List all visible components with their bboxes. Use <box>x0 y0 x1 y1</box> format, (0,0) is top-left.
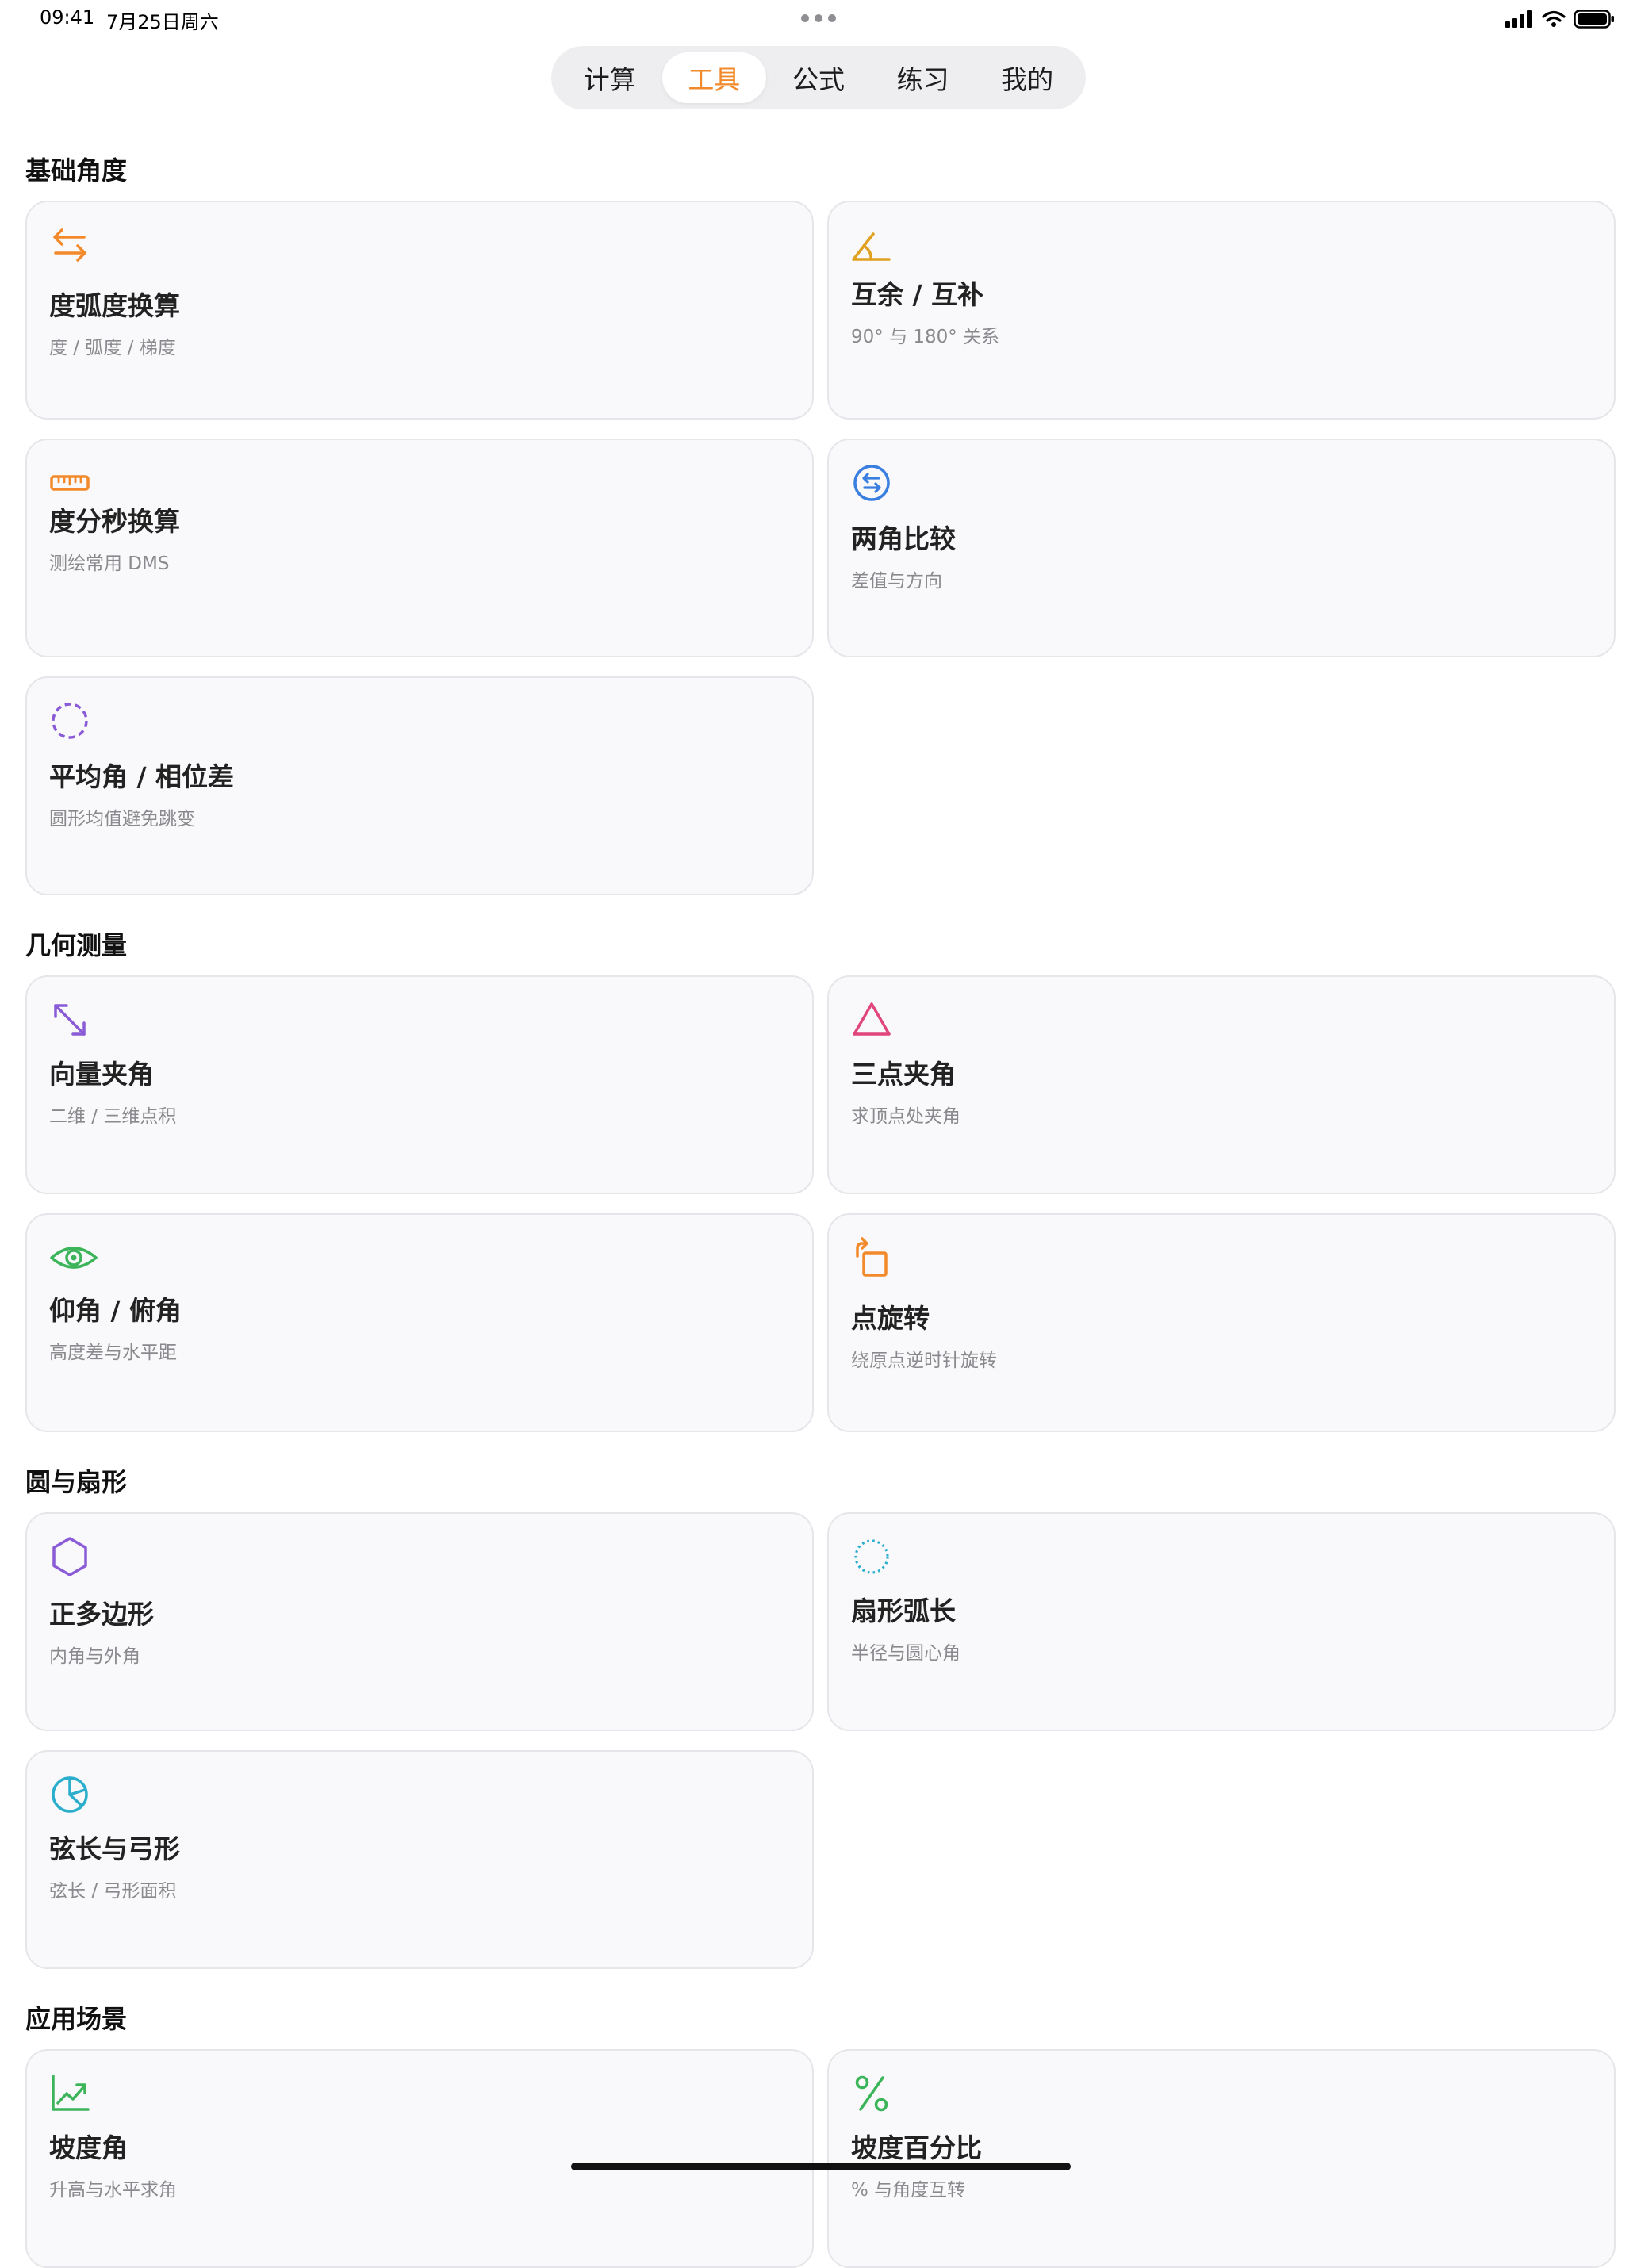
card-slope-angle[interactable]: 坡度角 升高与水平求角 <box>25 2049 814 2268</box>
home-indicator[interactable] <box>571 2163 1071 2170</box>
pie-chart-icon <box>52 1776 88 1813</box>
tab-calculate[interactable]: 计算 <box>558 52 662 103</box>
card-title: 三点夹角 <box>851 1059 956 1090</box>
card-title: 平均角 / 相位差 <box>49 761 235 792</box>
card-point-rotation[interactable]: 点旋转 绕原点逆时针旋转 <box>827 1213 1616 1432</box>
card-slope-percent[interactable]: 坡度百分比 % 与角度互转 <box>827 2049 1616 2268</box>
tab-bar: 计算 工具 公式 练习 我的 <box>551 46 1086 109</box>
card-deg-rad-convert[interactable]: 度弧度换算 度 / 弧度 / 梯度 <box>25 201 814 420</box>
battery-icon <box>1574 10 1614 29</box>
card-dms-convert[interactable]: 度分秒换算 测绘常用 DMS <box>25 439 814 657</box>
card-subtitle: 求顶点处夹角 <box>851 1106 960 1127</box>
status-date: 7月25日周六 <box>106 11 219 33</box>
card-three-point-angle[interactable]: 三点夹角 求顶点处夹角 <box>827 975 1616 1194</box>
card-subtitle: 差值与方向 <box>851 571 942 592</box>
card-title: 扇形弧长 <box>851 1596 956 1626</box>
card-subtitle: 升高与水平求角 <box>49 2180 177 2201</box>
dotted-circle-icon <box>854 1539 889 1574</box>
card-angle-compare[interactable]: 两角比较 差值与方向 <box>827 439 1616 657</box>
card-mean-angle-phase[interactable]: 平均角 / 相位差 圆形均值避免跳变 <box>25 676 814 895</box>
status-time: 09:41 <box>40 6 95 29</box>
tab-formulas[interactable]: 公式 <box>766 52 871 103</box>
section-title-basic-angles: 基础角度 <box>25 155 128 186</box>
card-subtitle: 90° 与 180° 关系 <box>851 327 1000 347</box>
section-title-applications: 应用场景 <box>25 2004 128 2034</box>
percent-icon <box>855 2075 888 2112</box>
card-elevation-depression[interactable]: 仰角 / 俯角 高度差与水平距 <box>25 1213 814 1432</box>
card-subtitle: 高度差与水平距 <box>49 1343 177 1363</box>
arrows-swap-icon <box>53 228 86 262</box>
card-title: 两角比较 <box>851 523 956 554</box>
card-title: 弦长与弓形 <box>49 1833 180 1864</box>
trend-chart-icon <box>52 2075 90 2111</box>
card-title: 坡度百分比 <box>851 2132 982 2163</box>
card-subtitle: 二维 / 三维点积 <box>49 1106 177 1127</box>
card-title: 坡度角 <box>49 2132 128 2163</box>
card-subtitle: 内角与外角 <box>49 1646 140 1667</box>
card-regular-polygon[interactable]: 正多边形 内角与外角 <box>25 1512 814 1731</box>
card-subtitle: 半径与圆心角 <box>851 1643 960 1664</box>
card-subtitle: 绕原点逆时针旋转 <box>851 1350 997 1371</box>
card-title: 向量夹角 <box>49 1059 154 1090</box>
section-title-geometry: 几何测量 <box>25 930 128 960</box>
circle-arrows-icon <box>853 465 890 501</box>
tab-tools[interactable]: 工具 <box>661 52 767 103</box>
ruler-icon <box>50 475 90 491</box>
card-title: 互余 / 互补 <box>851 279 984 310</box>
wifi-icon <box>1542 10 1566 27</box>
card-sector-arc-length[interactable]: 扇形弧长 半径与圆心角 <box>827 1512 1616 1731</box>
multitasking-dots-icon[interactable] <box>801 14 836 22</box>
card-subtitle: 弦长 / 弓形面积 <box>49 1881 177 1902</box>
card-complement-supplement[interactable]: 互余 / 互补 90° 与 180° 关系 <box>827 201 1616 420</box>
card-title: 度分秒换算 <box>49 506 180 537</box>
card-title: 点旋转 <box>851 1303 930 1334</box>
triangle-icon <box>853 1002 891 1036</box>
eye-icon <box>50 1247 98 1269</box>
card-subtitle: 度 / 弧度 / 梯度 <box>49 338 176 358</box>
card-title: 度弧度换算 <box>49 290 180 321</box>
angle-icon <box>852 232 891 261</box>
dashed-circle-icon <box>52 703 88 739</box>
tab-practice[interactable]: 练习 <box>871 52 976 103</box>
hexagon-icon <box>52 1537 87 1576</box>
card-subtitle: 圆形均值避免跳变 <box>49 809 195 829</box>
card-subtitle: 测绘常用 DMS <box>49 554 170 574</box>
cellular-signal-icon <box>1505 10 1532 28</box>
section-title-circle-sector: 圆与扇形 <box>25 1467 128 1497</box>
rotate-square-icon <box>856 1237 888 1277</box>
card-title: 正多边形 <box>49 1599 154 1630</box>
diagonal-arrows-icon <box>54 1004 86 1036</box>
card-subtitle: % 与角度互转 <box>851 2180 966 2201</box>
status-bar: 09:41 7月25日周六 <box>0 0 1637 40</box>
card-chord-segment[interactable]: 弦长与弓形 弦长 / 弓形面积 <box>25 1750 814 1969</box>
card-vector-angle[interactable]: 向量夹角 二维 / 三维点积 <box>25 975 814 1194</box>
card-title: 仰角 / 俯角 <box>49 1295 182 1326</box>
tab-mine[interactable]: 我的 <box>975 52 1079 103</box>
